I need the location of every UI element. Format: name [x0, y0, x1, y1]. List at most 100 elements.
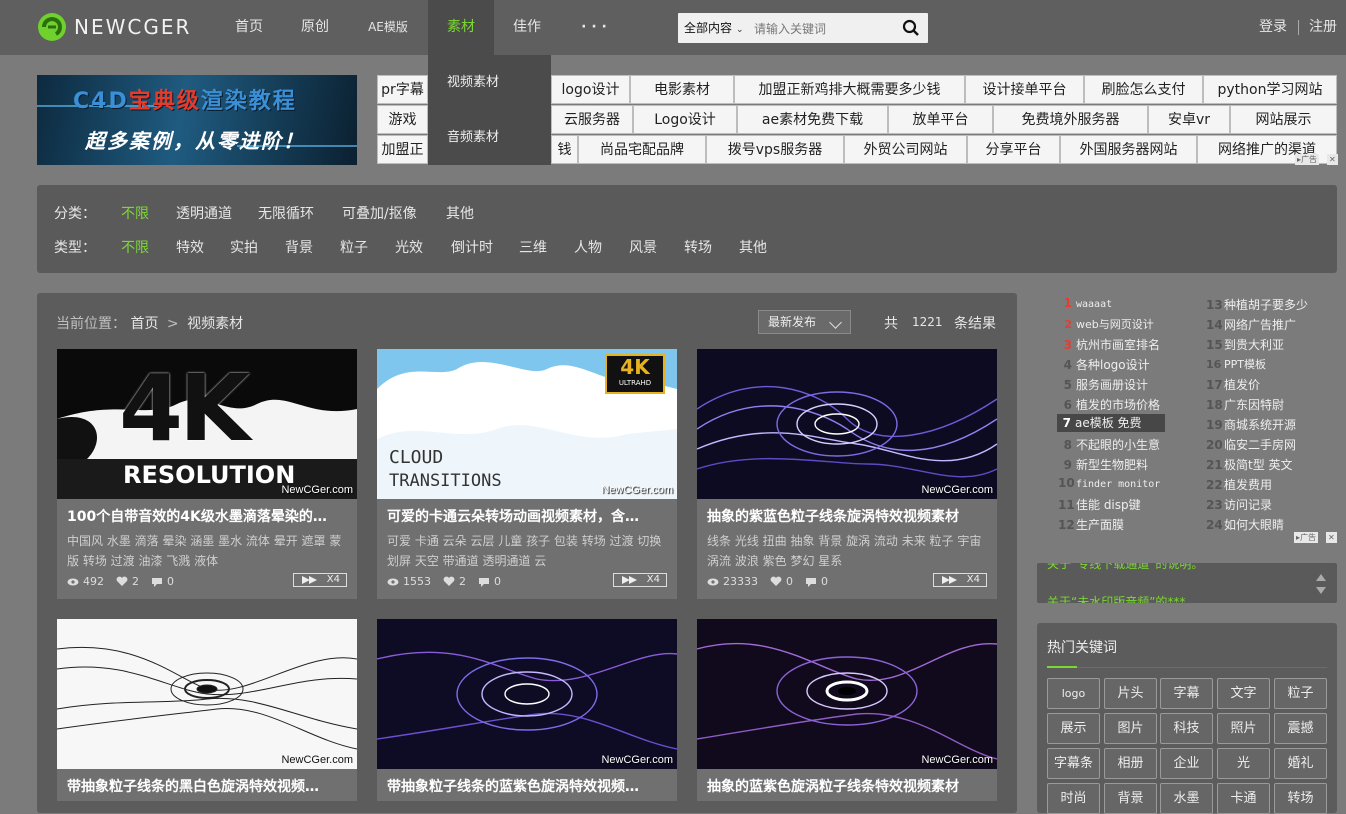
nav-original[interactable]: 原创 — [288, 0, 342, 55]
type-option[interactable]: 风景 — [629, 237, 657, 257]
breadcrumb-current[interactable]: 视频素材 — [187, 316, 243, 332]
close-icon[interactable]: ✕ — [1326, 532, 1337, 543]
rank-item[interactable]: 19商城系统开源 — [1206, 416, 1296, 433]
keyword-tag[interactable]: 文字 — [1217, 678, 1270, 709]
rank-item[interactable]: 18广东因特尉 — [1206, 396, 1284, 413]
ad-keyword[interactable]: 加盟正 — [377, 135, 428, 164]
ad-keyword[interactable]: 免费境外服务器 — [993, 105, 1148, 134]
ad-keyword[interactable]: 拨号vps服务器 — [706, 135, 844, 164]
type-option[interactable]: 倒计时 — [451, 237, 493, 257]
ad-keyword[interactable]: 分享平台 — [967, 135, 1060, 164]
rank-item[interactable]: 5 服务画册设计 — [1058, 376, 1148, 393]
ad-keyword[interactable]: 放单平台 — [888, 105, 993, 134]
ad-keyword[interactable]: 外贸公司网站 — [844, 135, 967, 164]
category-option[interactable]: 可叠加/抠像 — [342, 203, 417, 223]
rank-item[interactable]: 1 waaaat — [1058, 296, 1112, 310]
keyword-tag[interactable]: 震撼 — [1274, 713, 1327, 744]
keyword-tag[interactable]: 水墨 — [1160, 783, 1213, 814]
ad-keyword[interactable]: python学习网站 — [1203, 75, 1337, 104]
video-card[interactable]: NewCGer.com 带抽象粒子线条的蓝紫色旋涡特效视频… — [377, 619, 677, 801]
ad-keyword[interactable]: 刷脸怎么支付 — [1084, 75, 1203, 104]
ad-keyword[interactable]: 云服务器 — [551, 105, 633, 134]
ad-keyword[interactable]: 网站展示 — [1230, 105, 1337, 134]
keyword-tag[interactable]: 照片 — [1217, 713, 1270, 744]
keyword-tag[interactable]: 相册 — [1104, 748, 1157, 779]
type-option[interactable]: 人物 — [574, 237, 602, 257]
keyword-tag[interactable]: 婚礼 — [1274, 748, 1327, 779]
rank-item[interactable]: 6 植发的市场价格 — [1058, 396, 1160, 413]
keyword-tag[interactable]: 粒子 — [1274, 678, 1327, 709]
category-option[interactable]: 其他 — [446, 203, 474, 223]
heart-icon[interactable] — [443, 576, 455, 587]
logo[interactable]: NEWCGER — [36, 11, 191, 43]
video-card[interactable]: NewCGer.com 带抽象粒子线条的黑白色旋涡特效视频… — [57, 619, 357, 801]
type-option[interactable]: 粒子 — [340, 237, 368, 257]
login-link[interactable]: 登录 — [1259, 0, 1287, 55]
video-card[interactable]: 4K ULTRAHD CLOUD TRANSITIONS NewCGer.com… — [377, 349, 677, 599]
comment-icon[interactable] — [805, 577, 817, 587]
ad-keyword[interactable]: 电影素材 — [630, 75, 734, 104]
type-option[interactable]: 特效 — [176, 237, 204, 257]
video-title[interactable]: 带抽象粒子线条的黑白色旋涡特效视频… — [67, 776, 347, 796]
rank-item[interactable]: 17植发价 — [1206, 376, 1260, 393]
video-thumbnail[interactable]: NewCGer.com — [697, 619, 997, 769]
rank-item[interactable]: 9 新型生物肥料 — [1058, 456, 1148, 473]
keyword-tag[interactable]: 背景 — [1104, 783, 1157, 814]
comment-icon[interactable] — [478, 577, 490, 587]
close-icon[interactable]: ✕ — [1327, 154, 1338, 165]
video-card[interactable]: NewCGer.com 抽象的紫蓝色粒子线条旋涡特效视频素材 线条 光线 扭曲 … — [697, 349, 997, 599]
category-option[interactable]: 透明通道 — [176, 203, 232, 223]
ad-keyword[interactable]: 尚品宅配品牌 — [578, 135, 706, 164]
sort-select[interactable]: 最新发布 — [758, 310, 851, 334]
category-option[interactable]: 不限 — [121, 203, 149, 223]
rank-item[interactable]: 3 杭州市画室排名 — [1058, 336, 1160, 353]
video-card[interactable]: NewCGer.com 抽象的蓝紫色旋涡粒子线条特效视频素材 — [697, 619, 997, 801]
rank-item[interactable]: 11佳能 disp键 — [1058, 496, 1141, 513]
ad-banner[interactable]: C4D宝典级渲染教程 超多案例，从零进阶！ — [37, 75, 357, 165]
rank-item[interactable]: 22植发费用 — [1206, 476, 1272, 493]
heart-icon[interactable] — [770, 576, 782, 587]
keyword-tag[interactable]: 科技 — [1160, 713, 1213, 744]
video-thumbnail[interactable]: NewCGer.com — [697, 349, 997, 499]
video-title[interactable]: 抽象的紫蓝色粒子线条旋涡特效视频素材 — [707, 506, 987, 526]
nav-ae-templates[interactable]: AE模版 — [358, 0, 418, 55]
ad-keyword[interactable]: ae素材免费下载 — [737, 105, 888, 134]
keyword-tag[interactable]: 企业 — [1160, 748, 1213, 779]
keyword-tag[interactable]: 时尚 — [1047, 783, 1100, 814]
type-option[interactable]: 三维 — [519, 237, 547, 257]
video-thumbnail[interactable]: NewCGer.com — [57, 619, 357, 769]
keyword-tag[interactable]: 片头 — [1104, 678, 1157, 709]
type-option[interactable]: 转场 — [684, 237, 712, 257]
video-card[interactable]: 4K RESOLUTION NewCGer.com 100个自带音效的4K级水墨… — [57, 349, 357, 599]
keyword-tag[interactable]: 字幕 — [1160, 678, 1213, 709]
rank-item[interactable]: 15到贵大利亚 — [1206, 336, 1284, 353]
notice-item[interactable]: 关于“专线下载通道”的说明。 — [1047, 563, 1203, 572]
ad-keyword[interactable]: 游戏 — [377, 105, 428, 134]
comment-icon[interactable] — [151, 577, 163, 587]
nav-home[interactable]: 首页 — [222, 0, 276, 55]
rank-item[interactable]: 14网络广告推广 — [1206, 316, 1296, 333]
video-thumbnail[interactable]: 4K ULTRAHD CLOUD TRANSITIONS NewCGer.com — [377, 349, 677, 499]
ad-keyword[interactable]: logo设计 — [551, 75, 630, 104]
rank-item[interactable]: 24如何大眼睛 — [1206, 516, 1284, 533]
keyword-tag[interactable]: 光 — [1217, 748, 1270, 779]
ad-keyword[interactable]: 设计接单平台 — [965, 75, 1084, 104]
rank-item[interactable]: 2 web与网页设计 — [1058, 316, 1153, 332]
ad-keyword[interactable]: pr字幕 — [377, 75, 428, 104]
keyword-tag[interactable]: 转场 — [1274, 783, 1327, 814]
ad-keyword[interactable]: 钱 — [551, 135, 578, 164]
rank-item[interactable]: 23访问记录 — [1206, 496, 1272, 513]
notice-item[interactable]: 关于“未水印版音频”的*** — [1047, 593, 1185, 603]
breadcrumb-home[interactable]: 首页 — [130, 316, 158, 332]
rank-item[interactable]: 10finder monitor — [1058, 476, 1160, 490]
video-thumbnail[interactable]: 4K RESOLUTION NewCGer.com — [57, 349, 357, 499]
search-icon[interactable] — [902, 19, 920, 37]
nav-works[interactable]: 佳作 — [500, 0, 554, 55]
type-option[interactable]: 其他 — [739, 237, 767, 257]
rank-item[interactable]: 4 各种logo设计 — [1058, 356, 1150, 373]
keyword-tag[interactable]: 展示 — [1047, 713, 1100, 744]
rank-item[interactable]: 13种植胡子要多少 — [1206, 296, 1308, 313]
ad-keyword[interactable]: 安卓vr — [1148, 105, 1230, 134]
rank-item-highlighted[interactable]: 7 ae模板 免费 — [1057, 414, 1165, 432]
nav-assets[interactable]: 素材 — [428, 0, 494, 55]
